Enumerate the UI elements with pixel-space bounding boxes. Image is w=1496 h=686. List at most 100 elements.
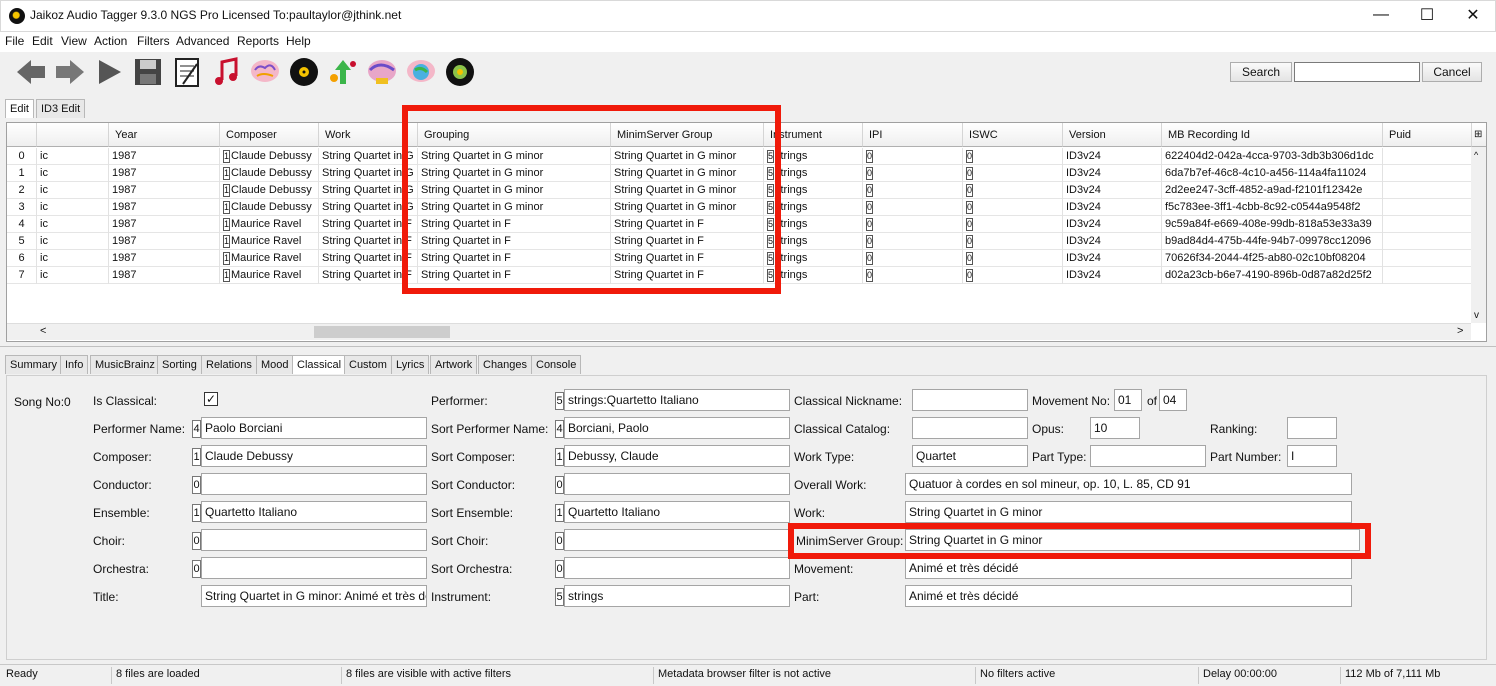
- ensemble-field[interactable]: Quartetto Italiano: [201, 501, 427, 523]
- table-cell-version[interactable]: ID3v24: [1063, 199, 1162, 216]
- sort-performer-name-count[interactable]: 4: [555, 420, 564, 438]
- tab-console[interactable]: Console: [531, 355, 582, 374]
- table-cell-c[interactable]: ic: [37, 165, 109, 182]
- part-number-field[interactable]: I: [1287, 445, 1337, 467]
- menu-reports[interactable]: Reports: [237, 34, 279, 48]
- value-count-badge[interactable]: 1: [223, 234, 230, 248]
- save-icon[interactable]: [132, 56, 164, 88]
- value-count-badge[interactable]: 1: [223, 217, 230, 231]
- performer-field[interactable]: strings:Quartetto Italiano: [564, 389, 790, 411]
- table-cell-composer[interactable]: 1 Claude Debussy: [220, 199, 319, 216]
- part-type-field[interactable]: [1090, 445, 1206, 467]
- table-cell-year[interactable]: 1987: [109, 199, 220, 216]
- sort-composer-count[interactable]: 1: [555, 448, 564, 466]
- maximize-button[interactable]: ☐: [1404, 0, 1450, 30]
- horizontal-scroll-thumb[interactable]: [314, 326, 450, 338]
- table-cell-ipi[interactable]: 0: [863, 233, 963, 250]
- value-count-badge[interactable]: 1: [223, 183, 230, 197]
- value-count-badge[interactable]: 0: [966, 166, 973, 180]
- column-header-year[interactable]: Year: [109, 123, 220, 147]
- classical-catalog-field[interactable]: [912, 417, 1028, 439]
- menu-filters[interactable]: Filters: [137, 34, 170, 48]
- orchestra-count[interactable]: 0: [192, 560, 201, 578]
- music-note-icon[interactable]: [210, 56, 242, 88]
- value-count-badge[interactable]: 0: [866, 149, 873, 163]
- scroll-down-icon[interactable]: v: [1474, 310, 1479, 321]
- table-cell-c[interactable]: ic: [37, 267, 109, 284]
- vinyl-record-icon[interactable]: [288, 56, 320, 88]
- composer-count[interactable]: 1: [192, 448, 201, 466]
- table-cell-mbid[interactable]: f5c783ee-3ff1-4cbb-8c92-c0544a9548f2: [1162, 199, 1383, 216]
- table-cell-version[interactable]: ID3v24: [1063, 267, 1162, 284]
- table-cell-n[interactable]: 3: [7, 199, 37, 216]
- table-cell-puid[interactable]: [1383, 199, 1472, 216]
- value-count-badge[interactable]: 0: [966, 183, 973, 197]
- value-count-badge[interactable]: 1: [223, 251, 230, 265]
- tab-info[interactable]: Info: [60, 355, 89, 374]
- overall-work-field[interactable]: Quatuor à cordes en sol mineur, op. 10, …: [905, 473, 1352, 495]
- table-cell-ipi[interactable]: 0: [863, 148, 963, 165]
- table-cell-iswc[interactable]: 0: [963, 250, 1063, 267]
- vertical-scrollbar[interactable]: [1471, 147, 1486, 323]
- sort-choir-count[interactable]: 0: [555, 532, 564, 550]
- value-count-badge[interactable]: 0: [866, 251, 873, 265]
- table-cell-puid[interactable]: [1383, 182, 1472, 199]
- brain-globe-icon[interactable]: [405, 56, 437, 88]
- value-count-badge[interactable]: 0: [866, 217, 873, 231]
- table-cell-ipi[interactable]: 0: [863, 199, 963, 216]
- sort-conductor-count[interactable]: 0: [555, 476, 564, 494]
- classical-nickname-field[interactable]: [912, 389, 1028, 411]
- sort-ensemble-count[interactable]: 1: [555, 504, 564, 522]
- value-count-badge[interactable]: 0: [966, 200, 973, 214]
- value-count-badge[interactable]: 0: [866, 200, 873, 214]
- column-header-puid[interactable]: Puid: [1383, 123, 1472, 147]
- choir-field[interactable]: [201, 529, 427, 551]
- table-cell-iswc[interactable]: 0: [963, 267, 1063, 284]
- table-cell-puid[interactable]: [1383, 165, 1472, 182]
- value-count-badge[interactable]: 0: [966, 217, 973, 231]
- value-count-badge[interactable]: 0: [966, 234, 973, 248]
- table-cell-version[interactable]: ID3v24: [1063, 148, 1162, 165]
- table-cell-composer[interactable]: 1 Maurice Ravel: [220, 216, 319, 233]
- table-cell-n[interactable]: 6: [7, 250, 37, 267]
- opus-field[interactable]: 10: [1090, 417, 1140, 439]
- menu-edit[interactable]: Edit: [32, 34, 53, 48]
- table-cell-composer[interactable]: 1 Maurice Ravel: [220, 267, 319, 284]
- sort-composer-field[interactable]: Debussy, Claude: [564, 445, 790, 467]
- table-cell-iswc[interactable]: 0: [963, 199, 1063, 216]
- table-cell-year[interactable]: 1987: [109, 233, 220, 250]
- table-cell-composer[interactable]: 1 Maurice Ravel: [220, 250, 319, 267]
- table-cell-composer[interactable]: 1 Claude Debussy: [220, 182, 319, 199]
- table-cell-puid[interactable]: [1383, 267, 1472, 284]
- value-count-badge[interactable]: 0: [866, 234, 873, 248]
- conductor-count[interactable]: 0: [192, 476, 201, 494]
- column-header-composer[interactable]: Composer: [220, 123, 319, 147]
- close-button[interactable]: ✕: [1450, 0, 1496, 30]
- value-count-badge[interactable]: 1: [223, 166, 230, 180]
- table-cell-mbid[interactable]: 2d2ee247-3cff-4852-a9ad-f2101f12342e: [1162, 182, 1383, 199]
- sort-choir-field[interactable]: [564, 529, 790, 551]
- table-cell-c[interactable]: ic: [37, 250, 109, 267]
- table-cell-ipi[interactable]: 0: [863, 250, 963, 267]
- brain-icon[interactable]: [249, 56, 281, 88]
- menu-file[interactable]: File: [5, 34, 24, 48]
- sort-ensemble-field[interactable]: Quartetto Italiano: [564, 501, 790, 523]
- sort-conductor-field[interactable]: [564, 473, 790, 495]
- table-cell-iswc[interactable]: 0: [963, 216, 1063, 233]
- sort-performer-name-field[interactable]: Borciani, Paolo: [564, 417, 790, 439]
- work-field[interactable]: String Quartet in G minor: [905, 501, 1352, 523]
- sort-orchestra-count[interactable]: 0: [555, 560, 564, 578]
- tab-sorting[interactable]: Sorting: [157, 355, 202, 374]
- performer-count[interactable]: 5: [555, 392, 564, 410]
- value-count-badge[interactable]: 0: [866, 183, 873, 197]
- table-cell-iswc[interactable]: 0: [963, 148, 1063, 165]
- scroll-left-icon[interactable]: <: [40, 325, 46, 337]
- work-type-field[interactable]: Quartet: [912, 445, 1028, 467]
- minimize-button[interactable]: —: [1358, 0, 1404, 30]
- play-icon[interactable]: [93, 56, 125, 88]
- tab-id3-edit[interactable]: ID3 Edit: [36, 99, 86, 118]
- table-cell-c[interactable]: ic: [37, 148, 109, 165]
- table-cell-ipi[interactable]: 0: [863, 267, 963, 284]
- table-cell-puid[interactable]: [1383, 250, 1472, 267]
- instrument-field[interactable]: strings: [564, 585, 790, 607]
